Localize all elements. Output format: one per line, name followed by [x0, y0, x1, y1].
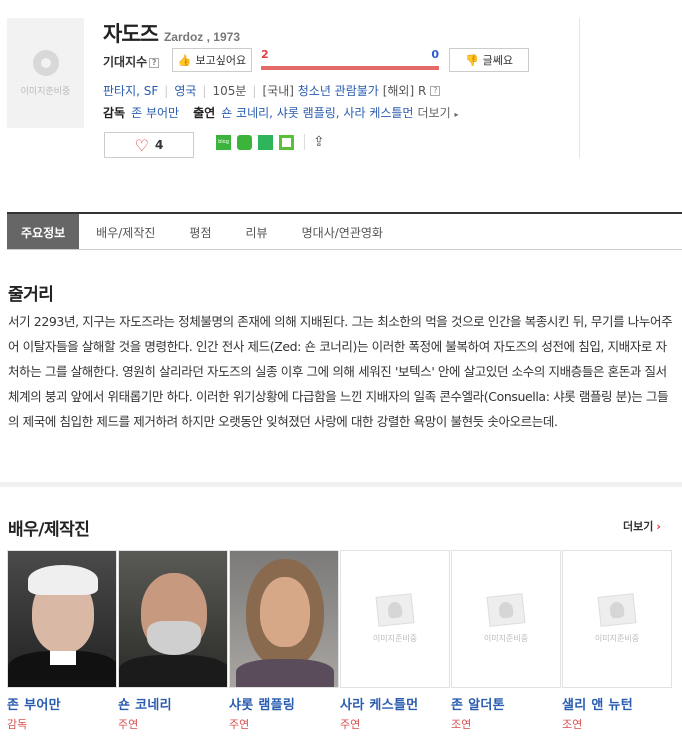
cast-role: 감독	[7, 718, 28, 731]
cast-photo[interactable]	[118, 550, 228, 688]
want-button[interactable]: 👍 보고싶어요	[172, 48, 252, 72]
meh-label: 글쎄요	[482, 54, 514, 67]
overseas-prefix: [해외]	[382, 84, 415, 98]
tab-main-info[interactable]: 주요정보	[7, 214, 80, 249]
cast-photo[interactable]	[229, 550, 339, 688]
blog-share-label: blog	[218, 138, 229, 145]
cast-name[interactable]: 존 부어만	[7, 694, 118, 713]
cast-photo-placeholder[interactable]: 이미지준비중	[340, 550, 450, 688]
cast-card[interactable]: 이미지준비중 샐리 앤 뉴턴 조연	[562, 550, 673, 732]
credit-row: 감독 존 부어만 출연 숀 코네리, 샤롯 램플링, 사라 케스틀먼 더보기 ▸	[103, 104, 458, 121]
cast-photo[interactable]	[7, 550, 117, 688]
runtime: 105분	[212, 84, 247, 98]
credits-more-text: 더보기	[417, 106, 451, 120]
cast-card[interactable]: 이미지준비중 존 알더톤 조연	[451, 550, 562, 732]
like-count: 4	[154, 138, 164, 152]
bookmark-share-icon[interactable]	[258, 134, 273, 150]
placeholder-text: 이미지준비중	[483, 633, 529, 643]
synopsis-text: 서기 2293년, 지구는 자도즈라는 정체불명의 존재에 의해 지배된다. 그…	[8, 314, 673, 429]
tab-quotes[interactable]: 명대사/연관영화	[285, 214, 400, 249]
cast-card[interactable]: 숀 코네리 주연	[118, 550, 229, 732]
expect-label-text: 기대지수	[103, 55, 148, 69]
title-row: 자도즈 Zardoz , 1973	[103, 18, 240, 48]
cast-role: 주연	[118, 718, 139, 731]
want-count: 2	[261, 48, 269, 61]
cast-name[interactable]: 샐리 앤 뉴턴	[562, 694, 673, 713]
chevron-right-icon: ▸	[454, 110, 459, 119]
cast-name[interactable]: 존 알더톤	[451, 694, 562, 713]
expect-bar-fill	[261, 66, 439, 70]
cast-role: 조연	[451, 718, 472, 731]
overseas-rating: R	[417, 83, 427, 98]
want-label: 보고싶어요	[195, 54, 247, 67]
movie-original-title: Zardoz , 1973	[163, 30, 240, 44]
director-link[interactable]: 존 부어만	[131, 104, 179, 121]
rating-prefix: [국내]	[262, 84, 294, 98]
thumbs-up-icon: 👍	[177, 53, 192, 67]
synopsis-heading: 줄거리	[8, 285, 54, 305]
genre-link[interactable]: 판타지, SF	[103, 82, 158, 99]
square-share-icon[interactable]	[279, 134, 294, 150]
cast-name[interactable]: 사라 케스틀먼	[340, 694, 451, 713]
cast-role: 주연	[229, 718, 250, 731]
help-icon[interactable]: ?	[149, 58, 160, 68]
person-placeholder-icon	[375, 592, 415, 627]
country-link[interactable]: 영국	[174, 82, 196, 99]
cast-card[interactable]: 샤롯 램플링 주연	[229, 550, 340, 732]
me2day-share-icon[interactable]	[237, 134, 252, 150]
chevron-right-icon: ›	[656, 520, 661, 533]
tab-cast[interactable]: 배우/제작진	[79, 214, 172, 249]
cast-links[interactable]: 숀 코네리, 샤롯 램플링, 사라 케스틀먼	[221, 104, 413, 121]
heart-icon: ♡	[134, 135, 149, 155]
cast-card[interactable]: 이미지준비중 사라 케스틀먼 주연	[340, 550, 451, 732]
expect-label: 기대지수?	[103, 53, 160, 70]
cast-photo-placeholder[interactable]: 이미지준비중	[562, 550, 672, 688]
share-icon[interactable]: ⇪	[313, 134, 325, 150]
meh-count: 0	[431, 48, 439, 61]
cast-more-text: 더보기	[623, 520, 654, 533]
help-icon[interactable]: ?	[430, 85, 441, 96]
cast-label: 출연	[193, 106, 216, 120]
cast-role: 조연	[562, 718, 583, 731]
cast-heading: 배우/제작진	[8, 520, 90, 540]
thumbs-down-icon: 👎	[464, 53, 479, 67]
film-reel-icon	[32, 49, 59, 76]
cast-photo-placeholder[interactable]: 이미지준비중	[451, 550, 561, 688]
expect-bar: 2 0	[261, 48, 439, 72]
movie-info-row: 판타지, SF | 영국 | 105분 | [국내] 청소년 관람불가 [해외]…	[103, 82, 441, 99]
director-label: 감독	[103, 106, 126, 120]
poster-placeholder-text: 이미지준비중	[20, 86, 71, 97]
placeholder-text: 이미지준비중	[372, 633, 418, 643]
person-placeholder-icon	[486, 592, 526, 627]
movie-title: 자도즈	[103, 22, 159, 46]
like-button[interactable]: ♡ 4	[104, 132, 194, 158]
cast-name[interactable]: 숀 코네리	[118, 694, 229, 713]
tab-reviews[interactable]: 리뷰	[229, 214, 285, 249]
person-placeholder-icon	[597, 592, 637, 627]
blog-share-icon[interactable]: blog	[216, 134, 231, 150]
cast-name[interactable]: 샤롯 램플링	[229, 694, 340, 713]
cast-more-link[interactable]: 더보기 ›	[623, 518, 661, 534]
tab-bar: 주요정보 배우/제작진 평점 리뷰 명대사/연관영화	[7, 212, 682, 250]
rating-link[interactable]: 청소년 관람불가	[298, 82, 379, 99]
movie-poster: 이미지준비중	[7, 18, 84, 128]
tab-ratings[interactable]: 평점	[172, 214, 228, 249]
cast-role: 주연	[340, 718, 361, 731]
meh-button[interactable]: 👎 글쎄요	[449, 48, 529, 72]
credits-more-link[interactable]: 더보기 ▸	[417, 104, 458, 121]
placeholder-text: 이미지준비중	[594, 633, 640, 643]
cast-grid: 존 부어만 감독 숀 코네리 주연 샤롯 램플링 주연 이미지준비중 사라 케스…	[7, 550, 673, 732]
share-icons: blog ⇪	[216, 134, 325, 150]
cast-card[interactable]: 존 부어만 감독	[7, 550, 118, 732]
